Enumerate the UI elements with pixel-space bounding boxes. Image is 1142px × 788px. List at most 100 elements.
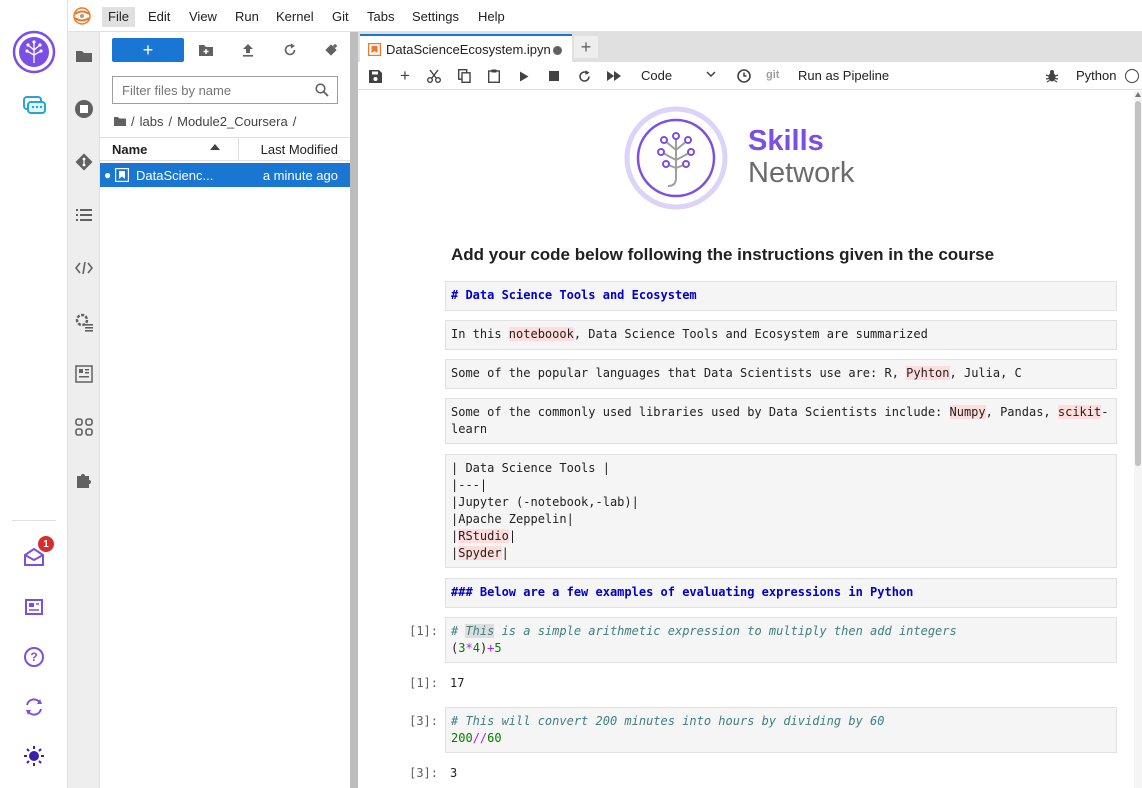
restart-kernel-button[interactable] xyxy=(575,67,593,85)
stop-icon xyxy=(549,71,559,81)
cell-text: # Data Science Tools and Ecosystem xyxy=(451,288,697,302)
theme-toggle-icon[interactable] xyxy=(18,740,50,772)
git-icon[interactable] xyxy=(72,150,96,174)
puzzle-piece-icon[interactable] xyxy=(72,468,96,492)
save-button[interactable] xyxy=(366,67,384,85)
left-rail: 1 ? xyxy=(0,0,68,788)
column-name-header[interactable]: Name xyxy=(112,142,147,157)
code-number: 4 xyxy=(472,641,480,655)
new-launcher-button[interactable]: + xyxy=(112,38,184,62)
menu-tabs[interactable]: Tabs xyxy=(361,7,400,27)
kernel-status-icon xyxy=(1125,69,1139,83)
menu-kernel[interactable]: Kernel xyxy=(270,7,320,27)
fast-forward-icon xyxy=(607,71,621,81)
bug-icon xyxy=(1045,70,1059,83)
notebook-tab-icon xyxy=(368,43,381,56)
scrollbar-thumb[interactable] xyxy=(1135,101,1141,466)
refresh-button[interactable] xyxy=(280,38,300,62)
breadcrumb: / labs / Module2_Coursera / xyxy=(114,112,296,130)
news-icon[interactable] xyxy=(18,591,50,623)
code-comment: # xyxy=(451,624,466,638)
menu-view[interactable]: View xyxy=(183,7,223,27)
code-comment: is a simple arithmetic expression to mul… xyxy=(494,624,957,638)
menu-run[interactable]: Run xyxy=(229,7,265,27)
inbox-icon[interactable]: 1 xyxy=(18,536,54,573)
paste-button[interactable] xyxy=(485,67,503,85)
cell-text: | xyxy=(508,529,517,543)
sync-icon[interactable] xyxy=(18,691,50,723)
menu-settings[interactable]: Settings xyxy=(406,7,465,27)
markdown-cell[interactable]: In this noteboook, Data Science Tools an… xyxy=(445,320,1117,350)
breadcrumb-labs[interactable]: labs xyxy=(140,114,164,129)
cell-text: |Jupyter (-notebook,-lab)| xyxy=(451,495,639,509)
markdown-cell[interactable]: ### Below are a few examples of evaluati… xyxy=(445,578,1117,608)
file-list-item[interactable]: ● DataScienc... a minute ago xyxy=(100,163,350,187)
skills-network-logo-icon[interactable] xyxy=(12,30,56,74)
cell-text: | Data Science Tools | xyxy=(451,461,610,475)
run-cell-button[interactable] xyxy=(515,67,533,85)
folder-icon[interactable] xyxy=(72,44,96,68)
chat-assistant-icon[interactable] xyxy=(18,90,50,122)
property-inspector-icon[interactable] xyxy=(72,310,96,334)
cell-text: ### Below are a few examples of evaluati… xyxy=(451,585,914,599)
kernel-name[interactable]: Python xyxy=(1076,68,1116,83)
menu-git[interactable]: Git xyxy=(326,7,355,27)
cell-text: Some of the commonly used libraries used… xyxy=(451,405,950,419)
logo-text-skills: Skills xyxy=(748,125,824,157)
upload-button[interactable] xyxy=(238,38,258,62)
notebook-scrollbar[interactable] xyxy=(1134,91,1142,788)
extension-panel-icon[interactable] xyxy=(72,362,96,386)
plus-icon: + xyxy=(400,66,410,85)
scissors-icon xyxy=(427,69,441,83)
spell-error: Numpy xyxy=(949,405,986,419)
code-cell[interactable]: # This is a simple arithmetic expression… xyxy=(445,617,1117,663)
breadcrumb-module2[interactable]: Module2_Coursera xyxy=(177,114,288,129)
column-modified-header[interactable]: Last Modified xyxy=(261,142,338,157)
jupyter-logo-icon xyxy=(72,6,92,26)
markdown-cell[interactable]: | Data Science Tools | |---| |Jupyter (-no… xyxy=(445,454,1117,568)
add-tab-button[interactable]: + xyxy=(574,36,598,58)
copy-button[interactable] xyxy=(455,67,473,85)
cell-output: 17 xyxy=(450,676,465,690)
logo-text-network: Network xyxy=(748,157,855,189)
folder-icon[interactable] xyxy=(114,116,126,126)
git-clone-icon xyxy=(325,44,337,56)
running-sessions-icon[interactable] xyxy=(72,97,96,121)
clock-button[interactable] xyxy=(735,67,753,85)
debugger-button[interactable] xyxy=(1043,67,1061,85)
tab-notebook[interactable]: DataScienceEcosystem.ipynb xyxy=(360,34,572,62)
run-as-pipeline-button[interactable]: Run as Pipeline xyxy=(798,68,889,83)
git-clone-button[interactable] xyxy=(321,38,341,62)
column-divider[interactable] xyxy=(238,138,239,161)
output-prompt: [1]: xyxy=(409,676,438,690)
menu-edit[interactable]: Edit xyxy=(142,7,176,27)
spell-error: scikit xyxy=(1057,405,1102,419)
git-diff-button[interactable]: git xyxy=(766,69,779,81)
table-of-contents-icon[interactable] xyxy=(72,203,96,227)
notification-badge: 1 xyxy=(38,536,54,552)
breadcrumb-separator: / xyxy=(168,113,173,129)
interrupt-kernel-button[interactable] xyxy=(545,67,563,85)
cell-text: Some of the popular languages that Data … xyxy=(451,366,907,380)
new-folder-button[interactable] xyxy=(196,38,216,62)
markdown-cell[interactable]: # Data Science Tools and Ecosystem xyxy=(445,281,1117,311)
spell-error: Spyder xyxy=(458,546,502,560)
unsaved-indicator-icon[interactable] xyxy=(553,46,562,55)
insert-cell-button[interactable]: + xyxy=(396,66,414,85)
help-icon[interactable]: ? xyxy=(18,641,50,673)
extension-manager-icon[interactable] xyxy=(72,415,96,439)
markdown-cell[interactable]: Some of the popular languages that Data … xyxy=(445,359,1117,389)
menu-file[interactable]: File xyxy=(102,7,135,27)
cell-type-dropdown[interactable]: Code xyxy=(636,66,720,86)
running-indicator-icon: ● xyxy=(104,168,112,182)
code-cell[interactable]: # This will convert 200 minutes into hou… xyxy=(445,707,1117,753)
cell-text: , Pandas, xyxy=(985,405,1058,419)
markdown-cell[interactable]: Some of the commonly used libraries used… xyxy=(445,398,1117,444)
code-snippets-icon[interactable] xyxy=(72,256,96,280)
breadcrumb-separator: / xyxy=(131,113,135,129)
panel-splitter[interactable] xyxy=(350,32,358,788)
filter-files-input[interactable] xyxy=(113,77,313,103)
restart-run-all-button[interactable] xyxy=(605,67,623,85)
cut-button[interactable] xyxy=(425,67,443,85)
menu-help[interactable]: Help xyxy=(472,7,511,27)
